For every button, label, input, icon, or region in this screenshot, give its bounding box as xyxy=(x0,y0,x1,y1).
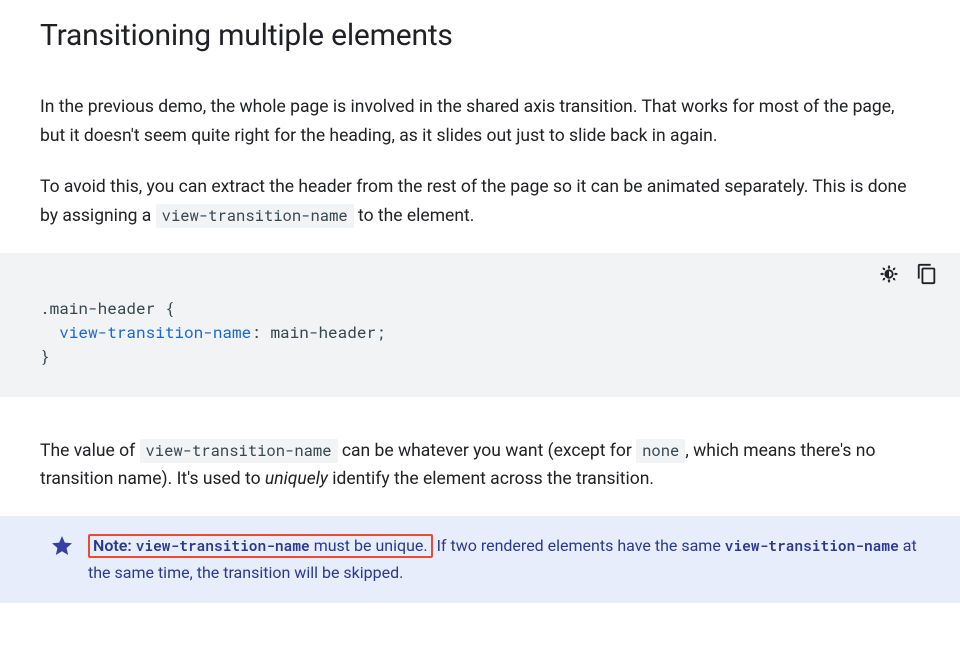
paragraph-3: The value of view-transition-name can be… xyxy=(40,437,920,495)
note-body: Note: view-transition-name must be uniqu… xyxy=(88,532,920,586)
theme-toggle-icon[interactable] xyxy=(878,263,900,289)
text: If two rendered elements have the same xyxy=(433,536,725,555)
inline-code: view-transition-name xyxy=(136,536,310,555)
inline-code: view-transition-name xyxy=(156,204,354,228)
text: to the element. xyxy=(354,206,475,226)
section-heading: Transitioning multiple elements xyxy=(40,18,920,53)
code-block: .main-header { view-transition-name: mai… xyxy=(0,253,960,397)
star-icon xyxy=(50,534,74,558)
code-content: .main-header { view-transition-name: mai… xyxy=(0,253,960,397)
note-callout: Note: view-transition-name must be uniqu… xyxy=(0,516,960,602)
text: The value of xyxy=(40,441,140,461)
text: must be unique. xyxy=(310,536,428,555)
paragraph-1: In the previous demo, the whole page is … xyxy=(40,93,920,151)
paragraph-2: To avoid this, you can extract the heade… xyxy=(40,173,920,231)
code-selector: .main-header xyxy=(40,298,155,319)
inline-code: view-transition-name xyxy=(725,536,899,555)
code-value: main-header xyxy=(270,322,376,343)
code-property: view-transition-name xyxy=(59,322,251,343)
text: can be whatever you want (except for xyxy=(338,441,637,461)
inline-code: view-transition-name xyxy=(140,439,338,463)
copy-icon[interactable] xyxy=(916,263,938,289)
note-highlight: Note: view-transition-name must be uniqu… xyxy=(88,534,433,558)
note-label: Note: xyxy=(93,536,132,555)
text: identify the element across the transiti… xyxy=(328,469,654,489)
inline-code: none xyxy=(636,439,685,463)
text-emphasis: uniquely xyxy=(265,469,328,489)
